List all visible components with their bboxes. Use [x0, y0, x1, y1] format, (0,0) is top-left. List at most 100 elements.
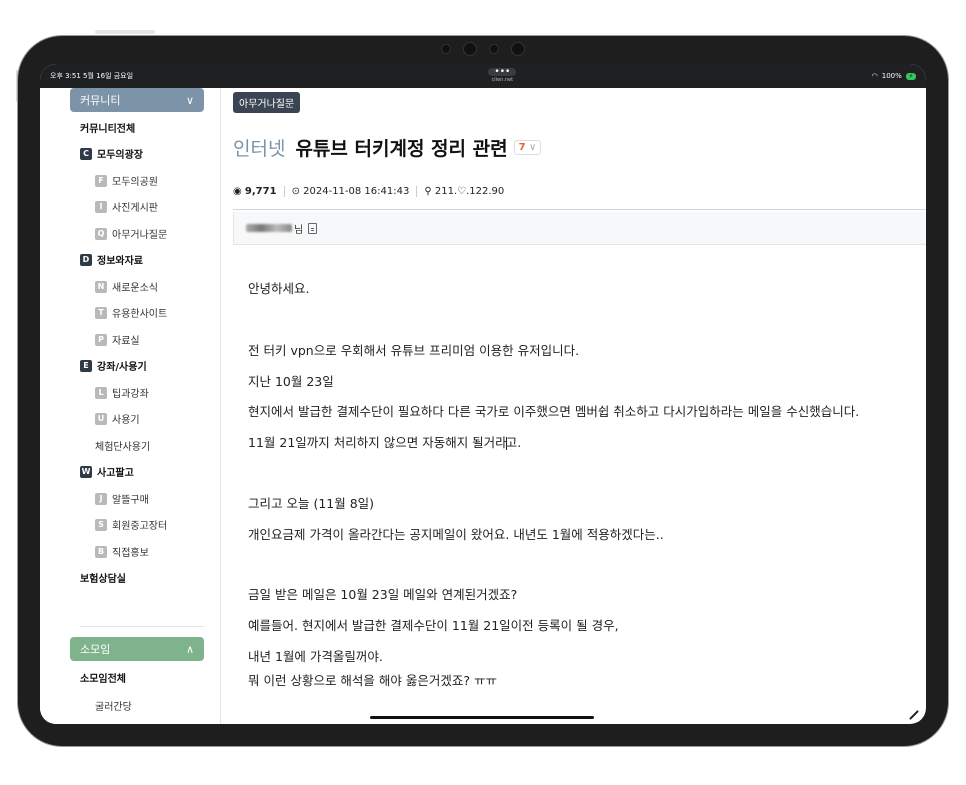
somoim-toggle[interactable]: 소모임 ∧ — [70, 637, 204, 661]
status-right: ◠ 100% ⚡ — [872, 72, 916, 80]
sensor-icon — [490, 45, 498, 53]
sidebar-item[interactable]: I 사진게시판 — [95, 199, 158, 214]
board-badge-icon: T — [95, 306, 107, 319]
board-badge-icon: B — [95, 545, 107, 558]
home-indicator[interactable] — [370, 716, 594, 719]
post-body-text: 고. — [505, 435, 522, 450]
board-badge-icon: S — [95, 518, 107, 531]
sidebar-item[interactable]: U 사용기 — [95, 411, 140, 426]
post-content: 아무거나질문 인터넷 유튜브 터키계정 정리 관련 7 ∨ ◉ 9,771 ⊙ … — [221, 88, 926, 724]
sidebar-item-label: 강좌/사용기 — [97, 362, 147, 373]
sidebar-item[interactable]: N 새로운소식 — [95, 279, 158, 294]
chevron-down-icon: ∨ — [529, 142, 537, 153]
sidebar: 커뮤니티 ∨ 커뮤니티전체 C 모두의광장 F 모두의공원 I 사진게시판 Q 아무거나질문 D 정… — [40, 88, 221, 724]
post-body-line: 현지에서 발급한 결제수단이 필요하다 다른 국가로 이주했으면 멤버쉽 취소하… — [248, 404, 860, 419]
somoim-item-label: 소모임전체 — [80, 674, 126, 685]
sidebar-item[interactable]: W 사고팔고 — [80, 464, 134, 479]
chevron-down-icon: ∨ — [185, 93, 194, 107]
board-badge-icon: P — [95, 333, 107, 346]
wifi-icon: ◠ — [871, 72, 878, 80]
post-ip: 211.♡.122.90 — [434, 186, 505, 197]
sidebar-item[interactable]: 보험상담실 — [80, 570, 126, 585]
post-body-line: 전 터키 vpn으로 우회해서 유튜브 프리미엄 이용한 유저입니다. — [248, 343, 580, 358]
sidebar-item[interactable]: E 강좌/사용기 — [80, 358, 147, 373]
sidebar-item[interactable]: Q 아무거나질문 — [95, 226, 167, 241]
post-body-line: 지난 10월 23일 — [248, 374, 334, 389]
sidebar-item-label: 유용한사이트 — [112, 309, 168, 320]
meta-separator — [416, 186, 418, 197]
status-bar: 오후 3:51 5월 16일 금요일 ••• clien.net ◠ 100% … — [40, 64, 926, 88]
somoim-item-label: 굴러간당 — [95, 702, 132, 713]
tablet-frame: 오후 3:51 5월 16일 금요일 ••• clien.net ◠ 100% … — [18, 36, 948, 746]
battery-percent: 100% — [881, 72, 902, 80]
post-body-line: 11월 21일까지 처리하지 않으면 자동해지 될거라고. — [248, 432, 521, 451]
screen: 오후 3:51 5월 16일 금요일 ••• clien.net ◠ 100% … — [40, 64, 926, 724]
meta-separator — [283, 186, 285, 197]
sidebar-item[interactable]: 커뮤니티전체 — [80, 120, 135, 135]
board-badge-icon: C — [80, 147, 92, 160]
sidebar-item[interactable]: 체험단사용기 — [95, 438, 150, 453]
post-body-line: 안녕하세요. — [248, 281, 310, 296]
post-body-line: 금일 받은 메일은 10월 23일 메일와 연계된거겠죠? — [248, 587, 518, 602]
document-icon[interactable] — [308, 222, 318, 234]
board-tag[interactable]: 아무거나질문 — [233, 92, 301, 113]
post-body-text: 11월 21일까지 처리하지 않으면 자동해지 될거라 — [248, 435, 507, 450]
community-toggle[interactable]: 커뮤니티 ∨ — [70, 88, 204, 112]
board-badge-icon: U — [95, 412, 107, 425]
sidebar-item-label: 사진게시판 — [112, 203, 158, 214]
sidebar-item[interactable]: B 직접홍보 — [95, 544, 149, 559]
post-title: 인터넷 유튜브 터키계정 정리 관련 7 ∨ — [233, 134, 542, 161]
sidebar-item-label: 보험상담실 — [80, 574, 126, 585]
author-box: 님 — [233, 212, 926, 245]
sidebar-item[interactable]: J 알뜰구매 — [95, 491, 149, 506]
board-badge-icon: L — [95, 386, 107, 399]
sidebar-item[interactable]: S 회원중고장터 — [95, 517, 167, 532]
somoim-item[interactable]: 굴러간당 — [95, 698, 132, 713]
view-count: 9,771 — [244, 186, 277, 197]
sidebar-item-label: 사용기 — [112, 415, 140, 426]
board-badge-icon: D — [80, 253, 92, 266]
location-pin-icon: ⚲ — [424, 186, 432, 197]
sidebar-item-label: 새로운소식 — [112, 283, 158, 294]
sidebar-item[interactable]: T 유용한사이트 — [95, 305, 167, 320]
more-dots-icon[interactable]: ••• — [488, 68, 517, 77]
board-badge-icon: I — [95, 200, 107, 213]
community-label: 커뮤니티 — [80, 94, 121, 107]
somoim-item[interactable]: 소모임전체 — [80, 670, 126, 685]
author-suffix: 님 — [294, 224, 304, 236]
sidebar-item[interactable]: P 자료실 — [95, 332, 140, 347]
browser-url-area[interactable]: ••• clien.net — [488, 68, 517, 84]
sidebar-item-label: 자료실 — [112, 336, 140, 347]
board-badge-icon: E — [80, 359, 92, 372]
author-name-blurred[interactable] — [246, 224, 292, 232]
sidebar-item-label: 회원중고장터 — [112, 521, 168, 532]
sidebar-item-label: 직접홍보 — [112, 548, 149, 559]
sidebar-item[interactable]: F 모두의공원 — [95, 173, 158, 188]
sidebar-item[interactable]: L 팁과강좌 — [95, 385, 149, 400]
comment-count-badge[interactable]: 7 ∨ — [513, 140, 542, 155]
post-body-line: 내년 1월에 가격올릴꺼야. — [248, 649, 383, 664]
camera-icon — [464, 43, 476, 55]
post-body-line: 예를들어. 현지에서 발급한 결제수단이 11월 21일이전 등록이 될 경우, — [248, 618, 619, 633]
post-meta: ◉ 9,771 ⊙ 2024-11-08 16:41:43 ⚲ 211.♡.12… — [233, 186, 504, 197]
sidebar-item[interactable]: C 모두의광장 — [80, 146, 143, 161]
clock-icon: ⊙ — [291, 186, 300, 197]
meta-divider — [233, 209, 926, 210]
post-body-line: 그리고 오늘 (11월 8일) — [248, 496, 375, 511]
chevron-up-icon: ∧ — [185, 642, 194, 656]
board-badge-icon: N — [95, 280, 107, 293]
sidebar-item[interactable]: D 정보와자료 — [80, 252, 143, 267]
camera-bar — [18, 42, 948, 56]
post-datetime: 2024-11-08 16:41:43 — [303, 186, 410, 197]
status-time: 오후 3:51 5월 16일 금요일 — [50, 72, 134, 80]
url-text[interactable]: clien.net — [492, 76, 514, 84]
sidebar-item-label: 아무거나질문 — [112, 230, 168, 241]
sidebar-item-label: 사고팔고 — [97, 468, 134, 479]
board-badge-icon: J — [95, 492, 107, 505]
sidebar-item-label: 알뜰구매 — [112, 495, 149, 506]
board-badge-icon: W — [80, 465, 92, 478]
board-badge-icon: Q — [95, 227, 107, 240]
sidebar-item-label: 팁과강좌 — [112, 389, 149, 400]
post-category[interactable]: 인터넷 — [233, 134, 285, 161]
sidebar-item-label: 커뮤니티전체 — [80, 124, 136, 135]
